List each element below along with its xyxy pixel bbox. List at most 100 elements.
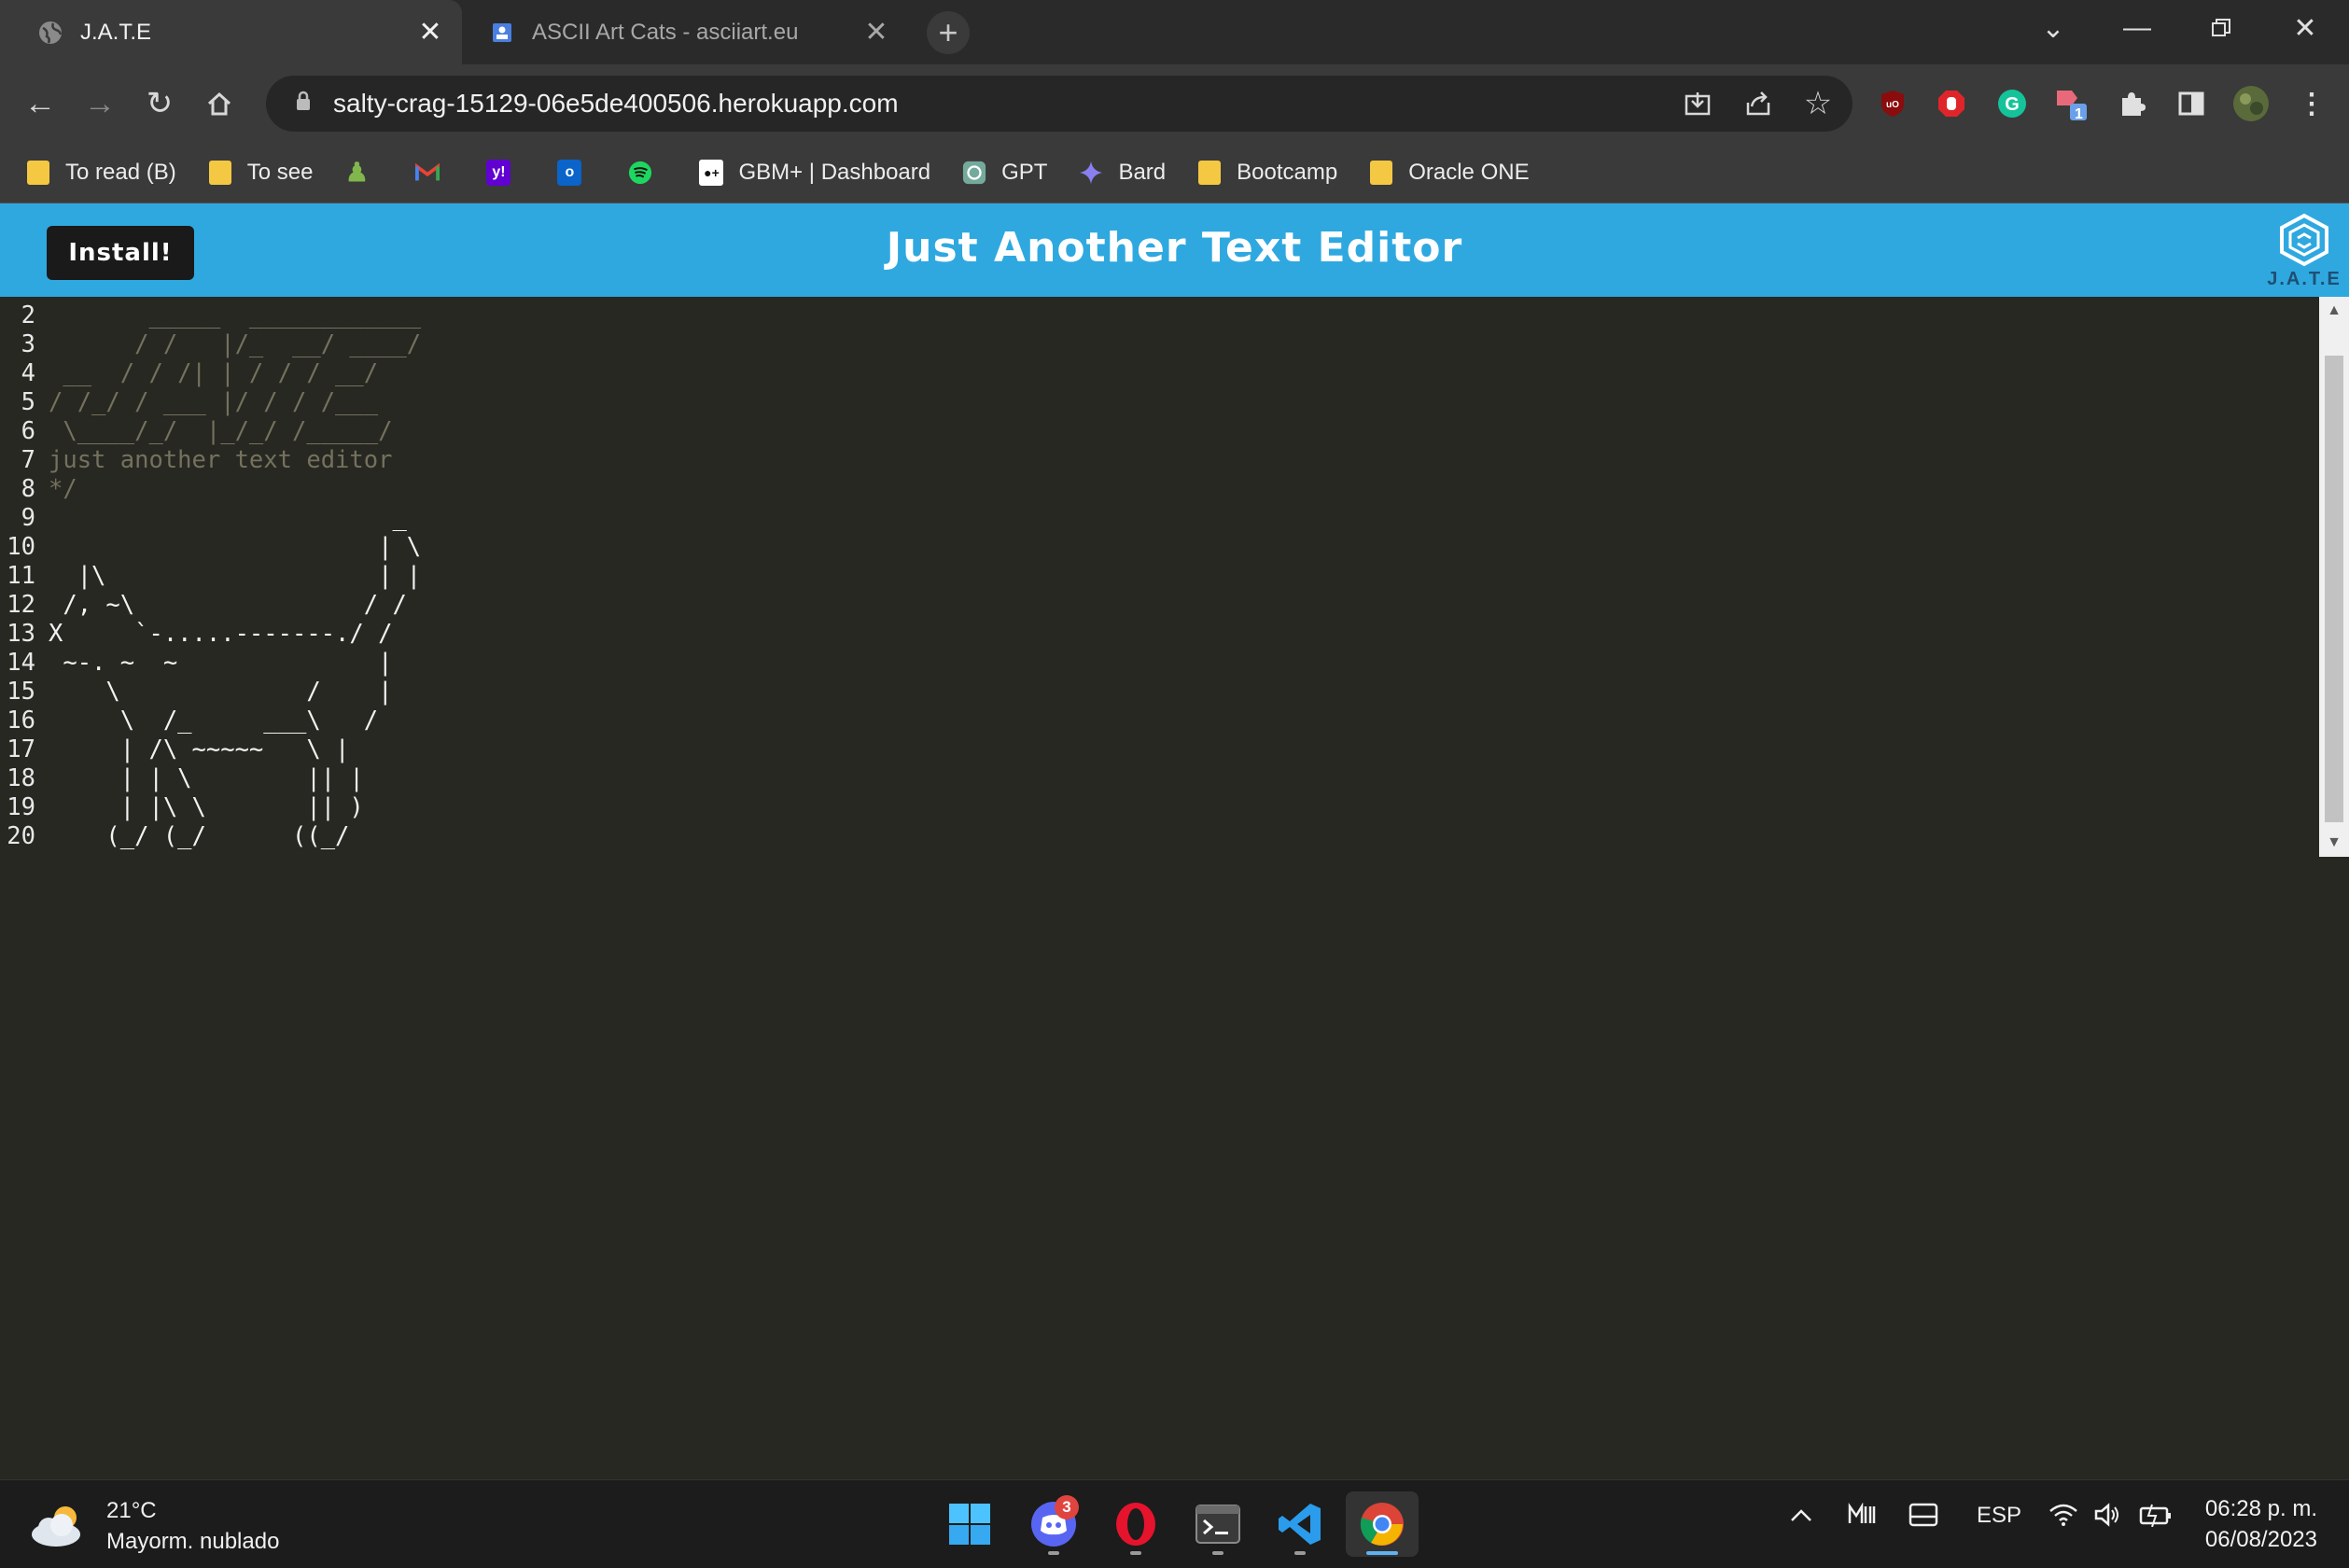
start-button[interactable] <box>933 1491 1006 1557</box>
scrollbar-thumb[interactable] <box>2325 356 2343 822</box>
taskbar-chrome[interactable] <box>1346 1491 1419 1557</box>
code-line[interactable]: 13 X `-.....-------./ / <box>0 620 421 649</box>
back-icon[interactable]: ← <box>19 82 62 125</box>
scroll-down-icon[interactable]: ▼ <box>2319 829 2349 857</box>
line-text[interactable]: X `-.....-------./ / <box>49 620 392 649</box>
taskbar-discord[interactable]: 3 <box>1017 1491 1090 1557</box>
lock-icon[interactable] <box>285 91 322 117</box>
tablet-mode-icon[interactable] <box>1909 1503 1938 1533</box>
restore-button[interactable] <box>2179 0 2263 56</box>
code-line[interactable]: 11 |\ | | <box>0 562 421 591</box>
adblock-icon[interactable] <box>1931 83 1972 124</box>
code-editor[interactable]: 2 _____ ____________ 3 / / |/_ __/ ____/4… <box>0 297 2349 1479</box>
code-line[interactable]: 16 \ /_ ___\ / <box>0 707 421 735</box>
weather-widget[interactable]: 21°C Mayorm. nublado <box>28 1495 279 1557</box>
code-line[interactable]: 9 _ <box>0 504 421 533</box>
logo-text: J.A.T.E <box>2267 269 2342 289</box>
line-text[interactable]: / / |/_ __/ ____/ <box>49 330 421 359</box>
editor-content[interactable]: 2 _____ ____________ 3 / / |/_ __/ ____/4… <box>0 301 421 851</box>
code-line[interactable]: 12 /, ~\ / / <box>0 591 421 620</box>
bookmark-chess[interactable]: ♟ <box>344 158 384 187</box>
line-text[interactable]: |\ | | <box>49 562 421 591</box>
bookmark-to-see[interactable]: To see <box>208 160 313 186</box>
bookmark-gbm[interactable]: ●+ GBM+ | Dashboard <box>699 159 930 186</box>
line-text[interactable]: __ / / /| | / / / __/ <box>49 359 378 388</box>
battery-icon[interactable] <box>2139 1503 2173 1533</box>
line-text[interactable]: (_/ (_/ ((_/ <box>49 822 349 851</box>
scroll-up-icon[interactable]: ▲ <box>2319 297 2349 325</box>
line-text[interactable]: \____/_/ |_/_/ /_____/ <box>49 417 392 446</box>
bookmark-spotify[interactable] <box>628 160 667 186</box>
code-line[interactable]: 20 (_/ (_/ ((_/ <box>0 822 421 851</box>
profile-avatar[interactable] <box>2230 83 2272 124</box>
line-text[interactable]: _ <box>49 504 406 533</box>
code-line[interactable]: 15 \ / | <box>0 678 421 707</box>
taskbar-opera[interactable] <box>1099 1491 1172 1557</box>
taskbar-terminal[interactable] <box>1181 1491 1254 1557</box>
reload-icon[interactable]: ↻ <box>138 82 181 125</box>
code-line[interactable]: 14 ~-. ~ ~ | <box>0 649 421 678</box>
line-text[interactable]: / /_/ / ___ |/ / / /___ <box>49 388 378 417</box>
line-text[interactable]: \ / | <box>49 678 392 707</box>
close-window-button[interactable]: ✕ <box>2263 0 2347 56</box>
line-number: 3 <box>21 330 35 358</box>
line-text[interactable]: */ <box>49 475 77 504</box>
line-text[interactable]: ~-. ~ ~ | <box>49 649 392 678</box>
bookmark-oracle-one[interactable]: Oracle ONE <box>1369 160 1530 186</box>
tab-asciiart[interactable]: ASCII Art Cats - asciiart.eu ✕ <box>465 0 908 64</box>
language-indicator[interactable]: ESP <box>1977 1503 2021 1529</box>
code-line[interactable]: 2 _____ ____________ <box>0 301 422 330</box>
volume-icon[interactable] <box>2093 1503 2121 1533</box>
code-line[interactable]: 17 | /\ ~~~~~ \ | <box>0 735 421 764</box>
line-text[interactable]: | /\ ~~~~~ \ | <box>49 735 350 764</box>
home-icon[interactable] <box>198 82 241 125</box>
menu-kebab-icon[interactable]: ⋮ <box>2291 83 2332 124</box>
close-tab-icon[interactable]: ✕ <box>412 14 449 51</box>
forward-icon[interactable]: → <box>78 82 121 125</box>
bookmark-gmail[interactable] <box>415 160 454 186</box>
code-line[interactable]: 19 | |\ \ || ) <box>0 793 421 822</box>
extensions-puzzle-icon[interactable] <box>2111 83 2152 124</box>
bookmark-yahoo[interactable]: y! <box>486 159 525 186</box>
grammarly-icon[interactable]: G <box>1992 83 2033 124</box>
tray-overflow-icon[interactable] <box>1790 1503 1812 1529</box>
code-line[interactable]: 10 | \ <box>0 533 421 562</box>
line-text[interactable]: /, ~\ / / <box>49 591 406 620</box>
bookmark-star-icon[interactable]: ☆ <box>1797 83 1839 124</box>
new-tab-button[interactable]: + <box>927 11 970 54</box>
minimize-button[interactable]: — <box>2095 0 2179 56</box>
extension-badge-icon[interactable]: 1 <box>2051 83 2092 124</box>
code-line[interactable]: 7 just another text editor <box>0 446 421 475</box>
code-line[interactable]: 8 */ <box>0 475 421 504</box>
line-text[interactable]: _____ ____________ <box>49 301 421 330</box>
bookmark-to-read[interactable]: To read (B) <box>26 160 176 186</box>
share-icon[interactable] <box>1738 83 1779 124</box>
code-line[interactable]: 4 __ / / /| | / / / __/ <box>0 359 421 388</box>
weather-desc: Mayorm. nublado <box>106 1529 280 1554</box>
ublock-icon[interactable]: uO <box>1872 83 1913 124</box>
code-line[interactable]: 18 | | \ || | <box>0 764 421 793</box>
line-text[interactable]: | |\ \ || ) <box>49 793 364 822</box>
line-text[interactable]: \ /_ ___\ / <box>49 707 378 735</box>
wifi-icon[interactable] <box>2048 1503 2078 1533</box>
install-app-icon[interactable] <box>1677 83 1718 124</box>
bookmark-bootcamp[interactable]: Bootcamp <box>1197 160 1337 186</box>
code-line[interactable]: 6 \____/_/ |_/_/ /_____/ <box>0 417 421 446</box>
code-line[interactable]: 3 / / |/_ __/ ____/ <box>0 330 422 359</box>
line-text[interactable]: just another text editor <box>49 446 392 475</box>
taskbar-clock[interactable]: 06:28 p. m. 06/08/2023 <box>2205 1493 2317 1555</box>
close-tab-icon[interactable]: ✕ <box>858 14 895 51</box>
code-line[interactable]: 5 / /_/ / ___ |/ / / /___ <box>0 388 421 417</box>
line-text[interactable]: | \ <box>49 533 421 562</box>
address-bar[interactable]: salty-crag-15129-06e5de400506.herokuapp.… <box>266 76 1853 132</box>
editor-scrollbar[interactable]: ▲ ▼ <box>2319 297 2349 857</box>
bookmark-gpt[interactable]: GPT <box>962 160 1047 186</box>
tab-search-icon[interactable]: ⌄ <box>2011 0 2095 56</box>
bookmark-outlook[interactable]: o <box>557 159 596 186</box>
tab-jate[interactable]: J.A.T.E ✕ <box>0 0 462 64</box>
tray-app-icon[interactable] <box>1848 1502 1876 1532</box>
taskbar-vscode[interactable] <box>1264 1491 1336 1557</box>
line-text[interactable]: | | \ || | <box>49 764 364 793</box>
bookmark-bard[interactable]: Bard <box>1079 160 1166 186</box>
side-panel-icon[interactable] <box>2171 83 2212 124</box>
